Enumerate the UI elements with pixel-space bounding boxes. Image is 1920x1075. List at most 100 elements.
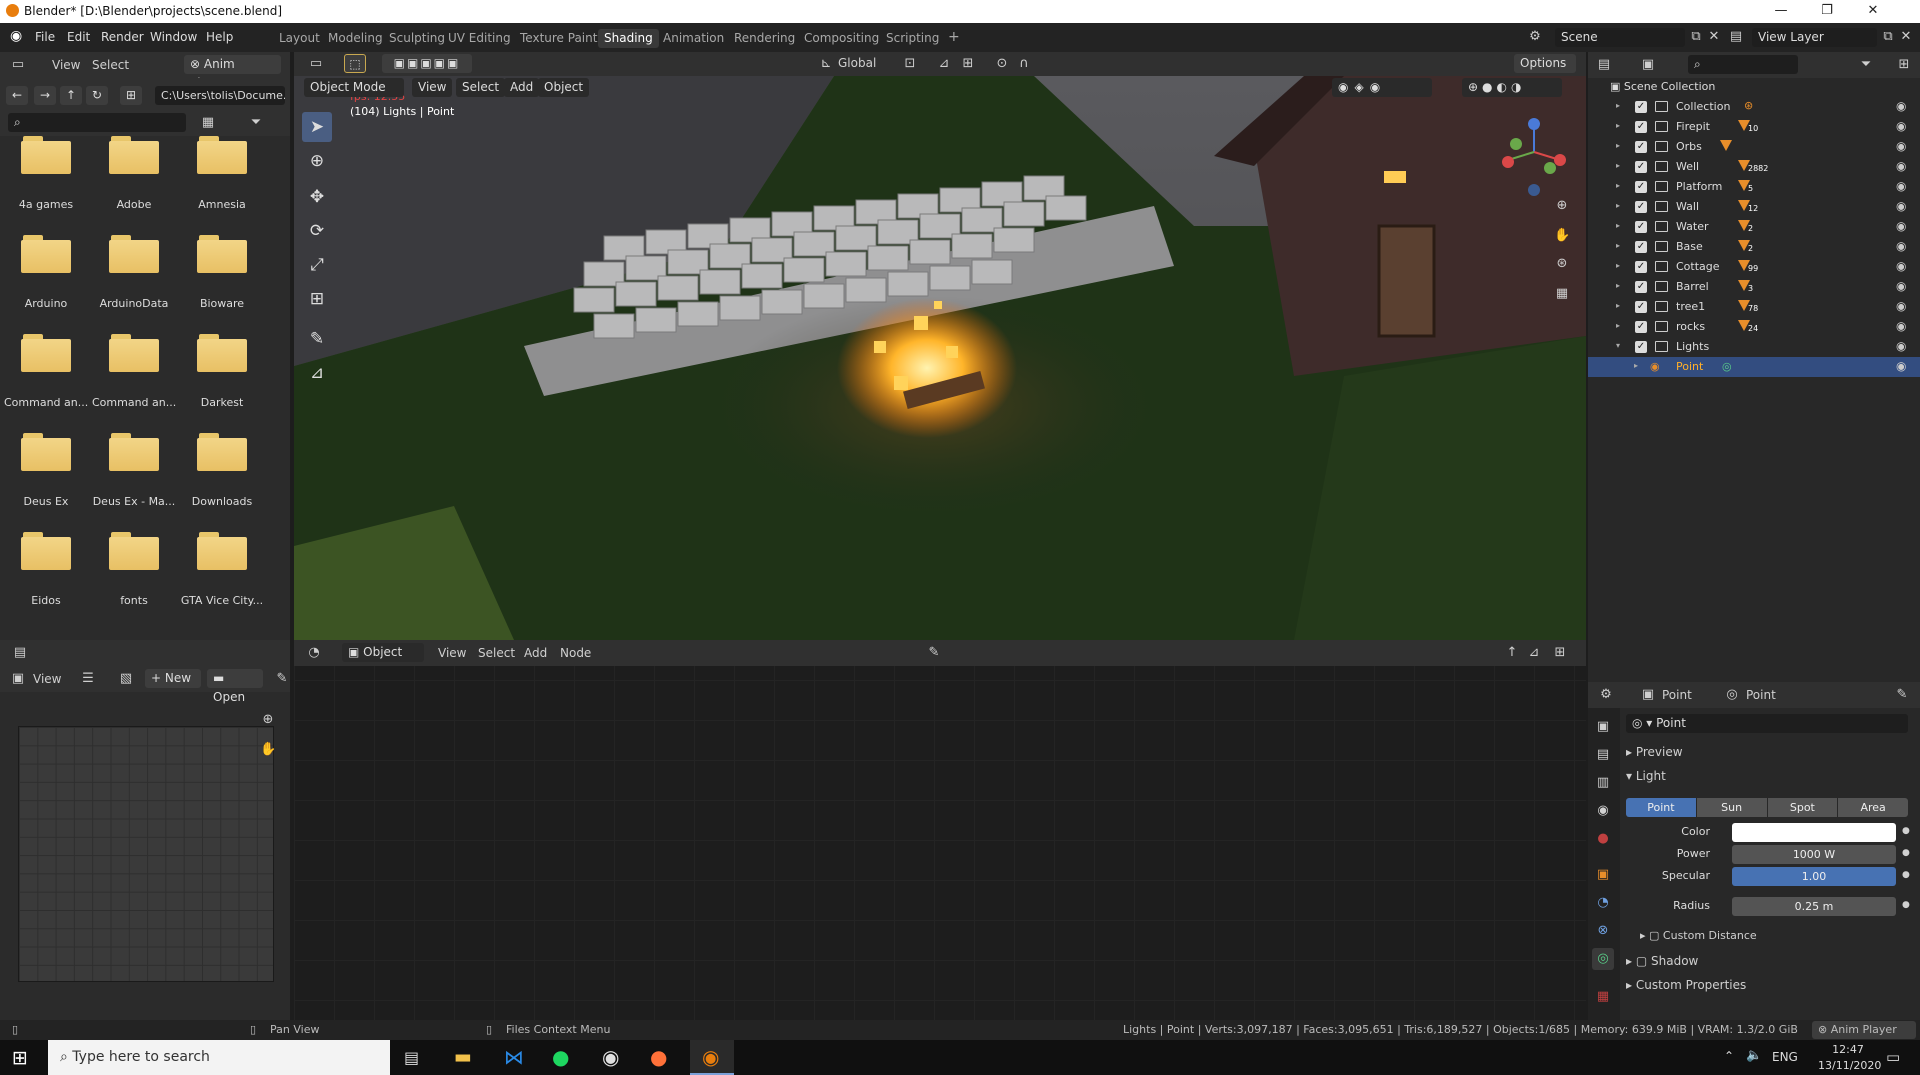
tab-shading[interactable]: Shading — [598, 29, 659, 48]
outliner-row-collection[interactable]: ▸ ✓ Barrel 3 ◉ — [1588, 277, 1920, 297]
tab-animation[interactable]: Animation — [657, 29, 730, 48]
transform-tool-icon[interactable]: ⊞ — [302, 284, 332, 314]
eye-icon[interactable]: ◉ — [1896, 279, 1906, 293]
notifications-icon[interactable]: ▭ — [1886, 1048, 1900, 1066]
power-field[interactable]: 1000 W — [1732, 845, 1896, 864]
proportional-edit-icon[interactable]: ⊙ — [994, 56, 1010, 72]
eye-icon[interactable]: ◉ — [1896, 159, 1906, 173]
orientation-icon[interactable]: ⊾ — [818, 56, 834, 72]
back-arrow-icon[interactable]: ← — [6, 86, 28, 105]
world-tab-icon[interactable]: ● — [1592, 828, 1614, 850]
outliner-row-collection[interactable]: ▸ ✓ Firepit 10 ◉ — [1588, 117, 1920, 137]
checkbox-icon[interactable]: ✓ — [1635, 281, 1647, 293]
viewport-canvas[interactable]: fps: 12.55 (104) Lights | Point — [294, 76, 1586, 640]
checkbox-icon[interactable]: ✓ — [1635, 181, 1647, 193]
eye-icon[interactable]: ◉ — [1896, 99, 1906, 113]
minimize-button[interactable]: — — [1758, 0, 1804, 23]
node-select-menu[interactable]: Select — [478, 646, 515, 660]
editor-type-icon[interactable]: ▤ — [1596, 57, 1612, 73]
maximize-button[interactable]: ❐ — [1804, 0, 1850, 23]
snap-target-icon[interactable]: ⊞ — [1552, 645, 1568, 661]
vscode-icon[interactable]: ⋈ — [504, 1045, 524, 1069]
chevron-right-icon[interactable]: ▸ — [1616, 281, 1620, 290]
move-tool-icon[interactable]: ✥ — [302, 182, 332, 212]
outliner-row-collection[interactable]: ▸ ✓ Collection ⊛ ◉ — [1588, 97, 1920, 117]
chevron-right-icon[interactable]: ▸ — [1616, 321, 1620, 330]
light-section-header[interactable]: ▾ Light — [1626, 769, 1666, 783]
open-image-button[interactable]: ▬ Open — [207, 669, 263, 704]
chevron-right-icon[interactable]: ▸ — [1616, 261, 1620, 270]
folder-item[interactable]: Command an... — [4, 334, 88, 409]
snap-icon[interactable]: ⊿ — [936, 56, 952, 72]
eye-icon[interactable]: ◉ — [1896, 239, 1906, 253]
viewport-add-menu[interactable]: Add — [504, 78, 540, 97]
eye-icon[interactable]: ◉ — [1896, 299, 1906, 313]
outliner-row-collection[interactable]: ▸ ✓ Base 2 ◉ — [1588, 237, 1920, 257]
select-tool-icon[interactable]: ➤ — [302, 112, 332, 142]
zoom-icon[interactable]: ⊕ — [260, 712, 276, 728]
custom-distance-subpanel[interactable]: ▸ ▢ Custom Distance — [1640, 929, 1757, 942]
close-button[interactable]: ✕ — [1850, 0, 1896, 23]
keyframe-dot-icon[interactable]: ● — [1902, 826, 1910, 836]
radius-field[interactable]: 0.25 m — [1732, 897, 1896, 916]
folder-item[interactable]: Downloads — [180, 433, 264, 508]
cursor-tool-icon[interactable]: ⊕ — [302, 146, 332, 176]
checkbox-icon[interactable]: ✓ — [1635, 321, 1647, 333]
folder-item[interactable]: Darkest — [180, 334, 264, 409]
viewport-object-menu[interactable]: Object — [538, 78, 590, 97]
tab-sculpting[interactable]: Sculpting — [383, 29, 451, 48]
folder-item[interactable]: Eidos — [4, 532, 88, 607]
outliner-row-collection[interactable]: ▸ ✓ rocks 24 ◉ — [1588, 317, 1920, 337]
viewport-select-menu[interactable]: Select — [456, 78, 506, 97]
checkbox-icon[interactable]: ✓ — [1635, 141, 1647, 153]
tab-texture-paint[interactable]: Texture Paint — [514, 29, 603, 48]
view-layer-icon[interactable]: ▤ — [1728, 29, 1744, 45]
specular-field[interactable]: 1.00 — [1732, 867, 1896, 886]
eye-icon[interactable]: ◉ — [1896, 119, 1906, 133]
scene-collection-root[interactable]: ▣ Scene Collection — [1610, 80, 1715, 93]
volume-icon[interactable]: 🔈 — [1746, 1048, 1762, 1063]
new-folder-icon[interactable]: ⊞ — [120, 86, 142, 105]
add-workspace-button[interactable]: + — [942, 27, 966, 46]
chevron-right-icon[interactable]: ▸ — [1616, 221, 1620, 230]
keyframe-dot-icon[interactable]: ● — [1902, 900, 1910, 910]
parent-node-icon[interactable]: ↑ — [1504, 645, 1520, 661]
eye-icon[interactable]: ◉ — [1896, 359, 1906, 373]
scene-tab-icon[interactable]: ◉ — [1592, 800, 1614, 822]
folder-item[interactable]: Deus Ex — [4, 433, 88, 508]
annotate-tool-icon[interactable]: ✎ — [302, 324, 332, 354]
chevron-right-icon[interactable]: ▸ — [1616, 161, 1620, 170]
outliner-row-collection[interactable]: ▸ ✓ Orbs ◉ — [1588, 137, 1920, 157]
display-mode-icon[interactable]: ▦ — [200, 115, 216, 131]
checkbox-icon[interactable]: ✓ — [1635, 221, 1647, 233]
display-mode-icon[interactable]: ▣ — [1640, 57, 1656, 73]
pivot-icon[interactable]: ⊡ — [902, 56, 918, 72]
chevron-right-icon[interactable]: ▸ — [1616, 181, 1620, 190]
chevron-right-icon[interactable]: ▸ — [1634, 361, 1638, 370]
folder-item[interactable]: Bioware — [180, 235, 264, 310]
file-select-menu[interactable]: Select — [92, 58, 129, 72]
scene-icon[interactable]: ⚙ — [1527, 29, 1543, 45]
eye-icon[interactable]: ◉ — [1896, 139, 1906, 153]
checkbox-icon[interactable]: ✓ — [1635, 301, 1647, 313]
anim-player-status-button[interactable]: ⊗ Anim Player — [1812, 1021, 1916, 1039]
checkbox-icon[interactable]: ✓ — [1635, 161, 1647, 173]
tab-uv-editing[interactable]: UV Editing — [442, 29, 517, 48]
chevron-right-icon[interactable]: ▸ — [1616, 301, 1620, 310]
image-view-menu[interactable]: View — [33, 672, 61, 686]
path-field[interactable]: C:\Users\tolis\Docume... — [155, 86, 285, 105]
custom-properties-header[interactable]: ▸ Custom Properties — [1626, 978, 1746, 992]
taskbar-time[interactable]: 12:47 — [1818, 1043, 1878, 1056]
eye-icon[interactable]: ◉ — [1896, 319, 1906, 333]
checkbox-icon[interactable]: ✓ — [1635, 341, 1647, 353]
folder-item[interactable]: Deus Ex - Ma... — [92, 433, 176, 508]
chevron-right-icon[interactable]: ▸ — [1616, 141, 1620, 150]
snap-target-icon[interactable]: ⊞ — [960, 56, 976, 72]
checkbox-icon[interactable]: ✓ — [1635, 201, 1647, 213]
outliner-row-collection[interactable]: ▸ ✓ Cottage 99 ◉ — [1588, 257, 1920, 277]
taskbar-search-box[interactable]: ⌕ Type here to search — [48, 1040, 390, 1075]
node-view-menu[interactable]: View — [438, 646, 466, 660]
menu-help[interactable]: Help — [206, 30, 233, 44]
color-swatch[interactable] — [1732, 823, 1896, 842]
chevron-right-icon[interactable]: ▸ — [1616, 101, 1620, 110]
